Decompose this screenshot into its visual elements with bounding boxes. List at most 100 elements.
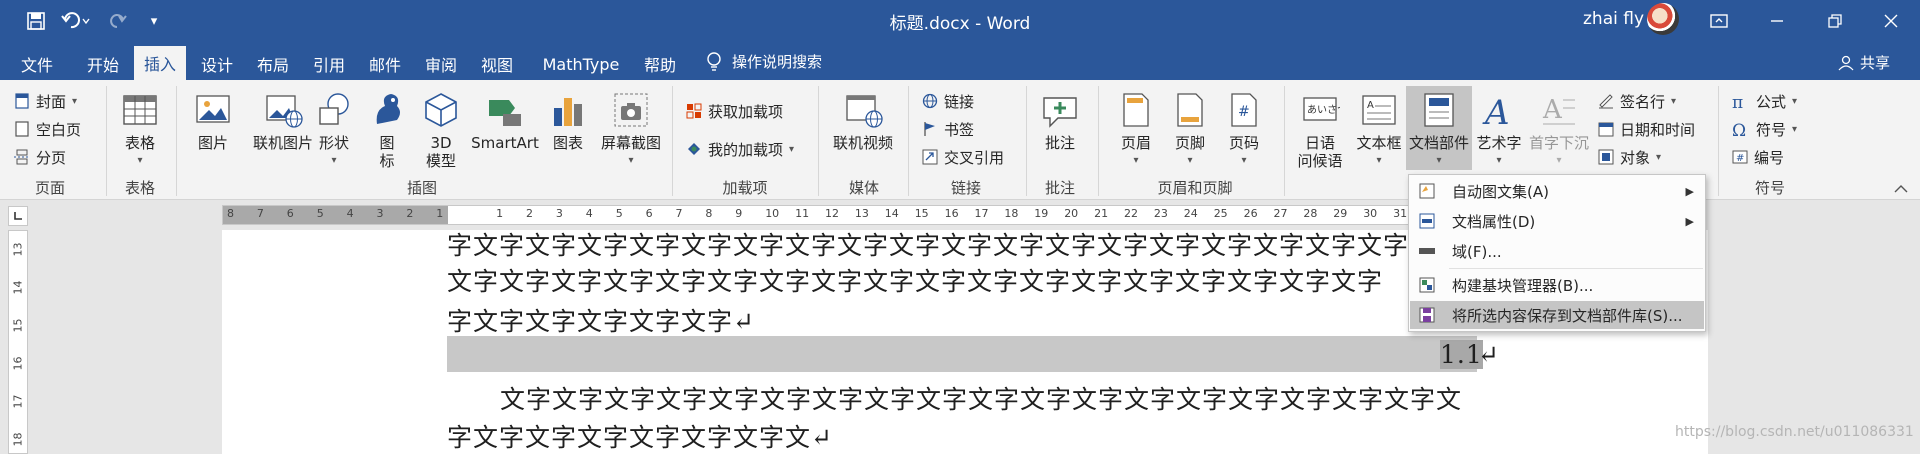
online-video-button[interactable]: 联机视频	[828, 90, 898, 152]
menu-item-autotext[interactable]: 自动图文集(A) ▶	[1410, 177, 1704, 205]
menu-item-save-selection-to-gallery[interactable]: 将所选内容保存到文档部件库(S)...	[1410, 301, 1704, 329]
page-number-label: 页码	[1228, 134, 1259, 152]
body-text-line[interactable]: 字文字文字文字文字文字文字文字文字文字文字文字文字文字文字文字文字文字文字文字文	[447, 226, 1487, 262]
drop-cap-button[interactable]: A 首字下沉 ▾	[1526, 90, 1592, 170]
ruler-tick: 20	[1064, 207, 1079, 220]
link-label: 链接	[944, 92, 975, 111]
ruler-tick: 16	[11, 356, 25, 371]
ruler-tick: 22	[1124, 207, 1138, 220]
date-time-button[interactable]: 日期和时间	[1598, 116, 1695, 142]
comment-label: 批注	[1044, 134, 1075, 152]
tab-mathtype[interactable]: MathType	[536, 48, 626, 80]
undo-icon[interactable]	[58, 7, 94, 35]
menu-separator	[1449, 268, 1703, 269]
tab-file[interactable]: 文件	[12, 48, 62, 80]
ruler-tick: 10	[765, 207, 780, 220]
footer-label: 页脚	[1174, 134, 1205, 152]
date-time-label: 日期和时间	[1620, 120, 1696, 139]
comment-button[interactable]: 批注	[1036, 90, 1084, 152]
body-text-line[interactable]: 字文字文字文字文字文字↵	[447, 302, 755, 338]
screenshot-button[interactable]: 屏幕截图 ▾	[594, 90, 668, 170]
cover-page-label: 封面	[36, 92, 67, 111]
equation-button[interactable]: π 公式 ▾	[1732, 88, 1797, 114]
ribbon-display-options-icon[interactable]	[1690, 0, 1748, 42]
page-break-button[interactable]: 分页	[14, 144, 66, 170]
get-addins-button[interactable]: 获取加载项	[686, 98, 783, 124]
title-bar: ▾ 标题.docx - Word zhai fly	[0, 0, 1920, 42]
cover-page-button[interactable]: 封面 ▾	[14, 88, 77, 114]
minimize-icon[interactable]	[1748, 0, 1806, 42]
object-button[interactable]: 对象 ▾	[1598, 144, 1661, 170]
tab-layout[interactable]: 布局	[250, 48, 296, 80]
tab-home[interactable]: 开始	[76, 48, 130, 80]
svg-text:A: A	[1482, 93, 1510, 130]
save-icon[interactable]	[22, 7, 50, 35]
ruler-tick: 14	[884, 207, 899, 220]
symbol-button[interactable]: Ω 符号 ▾	[1732, 116, 1797, 142]
symbol-label: 符号	[1756, 120, 1787, 139]
customize-qat-icon[interactable]: ▾	[140, 7, 168, 35]
svg-text:あいさつ: あいさつ	[1307, 104, 1340, 116]
menu-item-field[interactable]: 域(F)...	[1410, 237, 1704, 265]
collapse-ribbon-icon[interactable]	[1894, 180, 1908, 198]
bookmark-button[interactable]: 书签	[922, 116, 974, 142]
tab-mailings[interactable]: 邮件	[362, 48, 408, 80]
ruler-tick: 26	[1243, 207, 1258, 220]
avatar[interactable]	[1647, 3, 1679, 35]
footer-button[interactable]: 页脚 ▾	[1166, 90, 1214, 170]
blank-page-button[interactable]: 空白页	[14, 116, 81, 142]
page-number-button[interactable]: # 页码 ▾	[1220, 90, 1268, 170]
my-addins-button[interactable]: 我的加载项 ▾	[686, 136, 794, 162]
share-button[interactable]: 共享	[1838, 52, 1890, 73]
tab-design[interactable]: 设计	[194, 48, 240, 80]
number-button[interactable]: # 编号	[1732, 144, 1784, 170]
greetings-button[interactable]: あいさつ 日语 问候语	[1290, 90, 1350, 170]
menu-item-label: 构建基块管理器(B)...	[1452, 276, 1594, 295]
tab-view[interactable]: 视图	[474, 48, 520, 80]
wordart-button[interactable]: A 艺术字 ▾	[1474, 90, 1524, 170]
ruler-tick: 3	[376, 207, 384, 220]
table-button[interactable]: 表格 ▾	[116, 90, 164, 170]
cover-page-icon	[14, 93, 30, 109]
chart-button[interactable]: 图表	[546, 90, 590, 152]
body-text-line[interactable]: 文字文字文字文字文字文字文字文字文字文字文字文字文字文字文字文字文字文字	[447, 262, 1383, 298]
shapes-icon	[314, 90, 354, 130]
body-text-line[interactable]: 字文字文字文字文字文字文字文↵	[447, 418, 833, 454]
ruler-tick: 6	[286, 207, 294, 220]
ruler-tick: 1	[496, 207, 504, 220]
menu-item-building-blocks-organizer[interactable]: 构建基块管理器(B)...	[1410, 271, 1704, 299]
textbox-button[interactable]: A 文本框 ▾	[1354, 90, 1404, 170]
tab-help[interactable]: 帮助	[636, 48, 684, 80]
vertical-ruler[interactable]: 13 14 15 16 17 18	[8, 230, 28, 454]
tell-me-search[interactable]: 操作说明搜索	[706, 51, 822, 72]
selected-heading[interactable]	[447, 336, 1477, 372]
link-icon	[922, 93, 938, 109]
tab-insert[interactable]: 插入	[134, 46, 186, 80]
menu-item-document-property[interactable]: 文档属性(D) ▶	[1410, 207, 1704, 235]
body-text-line[interactable]: 文字文字文字文字文字文字文字文字文字文字文字文字文字文字文字文字文字文字文	[500, 380, 1462, 416]
header-label: 页眉	[1120, 134, 1151, 152]
picture-button[interactable]: 图片	[188, 90, 238, 152]
tab-selector-icon[interactable]	[8, 206, 28, 226]
tab-review[interactable]: 审阅	[418, 48, 464, 80]
smartart-icon	[485, 90, 525, 130]
user-name[interactable]: zhai fly	[1583, 9, 1644, 29]
restore-icon[interactable]	[1806, 0, 1864, 42]
cross-reference-button[interactable]: 交叉引用	[922, 144, 1004, 170]
menu-item-label: 文档属性(D)	[1452, 212, 1536, 231]
icons-button[interactable]: 图 标	[364, 90, 410, 170]
table-label: 表格	[124, 134, 155, 152]
smartart-button[interactable]: SmartArt	[468, 90, 542, 152]
signature-line-button[interactable]: 签名行 ▾	[1598, 88, 1676, 114]
link-button[interactable]: 链接	[922, 88, 974, 114]
heading-number[interactable]: 1.1	[1440, 340, 1483, 369]
shapes-button[interactable]: 形状 ▾	[310, 90, 358, 170]
tab-references[interactable]: 引用	[306, 48, 352, 80]
header-button[interactable]: 页眉 ▾	[1112, 90, 1160, 170]
3d-models-button[interactable]: 3D 模型	[416, 90, 466, 170]
ruler-tick: 13	[11, 242, 25, 257]
redo-icon[interactable]	[104, 7, 132, 35]
quick-parts-button[interactable]: 文档部件 ▾	[1406, 86, 1472, 170]
close-icon[interactable]	[1862, 0, 1920, 42]
separator	[1284, 86, 1285, 196]
